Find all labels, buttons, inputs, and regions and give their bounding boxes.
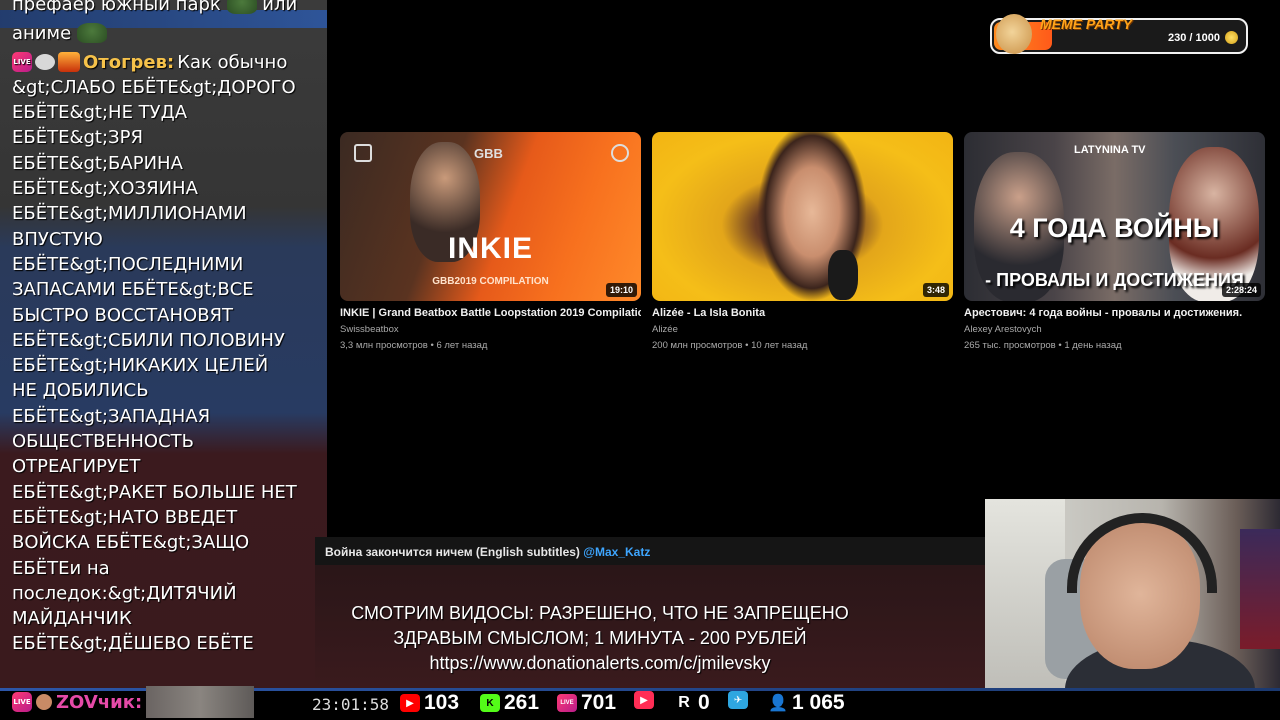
- video-meta: 200 млн просмотров • 10 лет назад: [652, 340, 808, 351]
- chat-line: ЕБЁТЕ&gt;СБИЛИ ПОЛОВИНУ: [12, 329, 285, 351]
- now-playing-strip: Война закончится ничем (English subtitle…: [315, 537, 985, 565]
- now-playing-title: Война закончится ничем (English subtitle…: [325, 545, 651, 559]
- chat-nick: ZOVчик:: [56, 691, 143, 713]
- live-badge-icon: LIVE: [12, 52, 32, 73]
- meme-party-progress: MEME PARTY 230 / 1000: [990, 14, 1248, 54]
- video-channel[interactable]: Alexey Arestovych: [964, 324, 1265, 335]
- telegram-icon: ✈: [728, 691, 748, 709]
- chat-line: МАЙДАНЧИК: [12, 608, 132, 630]
- video-meta: 265 тыс. просмотров • 1 день назад: [964, 340, 1122, 351]
- chat-line: &gt;СЛАБО ЕБЁТЕ&gt;ДОРОГО: [12, 76, 296, 98]
- kick-stat: K 261: [480, 691, 539, 715]
- video-thumbnail[interactable]: 3:48: [652, 132, 953, 301]
- chat-line: ЕБЁТЕ&gt;НАТО ВВЕДЕТ: [12, 506, 238, 528]
- chat-line: последок:&gt;ДИТЯЧИЙ: [12, 582, 237, 604]
- video-channel[interactable]: Swissbeatbox: [340, 324, 641, 335]
- thumb-title: 4 ГОДА ВОЙНЫ: [1009, 213, 1220, 243]
- viewers-stat: 👤 1 065: [768, 691, 845, 714]
- pepe-emoji-icon: [76, 23, 107, 44]
- channel-logo: LATYNINA TV: [1074, 144, 1146, 156]
- vk-live-stat: LIVE 701: [557, 691, 616, 715]
- video-card[interactable]: LATYNINA TV 4 ГОДА ВОЙНЫ - ПРОВАЛЫ И ДОС…: [964, 132, 1265, 351]
- thumb-title: INKIE: [447, 232, 533, 265]
- user-icon: 👤: [768, 695, 788, 712]
- headset-icon: [1067, 513, 1217, 593]
- chat-line: LIVE Отогрев: Как обычно: [12, 50, 312, 75]
- video-title[interactable]: INKIE | Grand Beatbox Battle Loopstation…: [340, 307, 641, 319]
- video-title[interactable]: Alizée - La Isla Bonita: [652, 307, 953, 319]
- video-meta: 3,3 млн просмотров • 6 лет назад: [340, 340, 488, 351]
- chat-line: ЕБЁТЕ&gt;ЗАПАДНАЯ: [12, 405, 211, 427]
- chat-line: аниме: [12, 21, 312, 46]
- cube-logo-icon: [354, 144, 372, 162]
- channel-mention[interactable]: @Max_Katz: [583, 545, 650, 559]
- clock: 23:01:58: [312, 695, 390, 714]
- meme-party-title: MEME PARTY: [1040, 16, 1133, 32]
- chat-line: НЕ ДОБИЛИСЬ: [12, 380, 149, 402]
- vk-play-icon: ▶: [634, 691, 654, 709]
- doge-icon: [996, 14, 1032, 54]
- video-card[interactable]: 3:48 Alizée - La Isla Bonita Alizée 200 …: [652, 132, 953, 351]
- video-duration: 19:10: [605, 283, 637, 297]
- donation-text: СМОТРИМ ВИДОСЫ: РАЗРЕШЕНО, ЧТО НЕ ЗАПРЕЩ…: [315, 601, 885, 676]
- video-channel[interactable]: Alizée: [652, 324, 953, 335]
- chat-messages: префаер южный парк или аниме LIVE Отогре…: [12, 0, 312, 657]
- video-duration: 3:48: [922, 283, 949, 297]
- video-thumbnail[interactable]: GBB INKIE GBB2019 COMPILATION 19:10: [340, 132, 641, 301]
- telegram-stat: ✈: [728, 691, 748, 709]
- chat-line: ЕБЁТЕ&gt;БАРИНА: [12, 152, 183, 174]
- kick-icon: K: [480, 694, 500, 712]
- rutube-icon: R: [678, 694, 690, 711]
- donation-line: СМОТРИМ ВИДОСЫ: РАЗРЕШЕНО, ЧТО НЕ ЗАПРЕЩ…: [351, 603, 849, 623]
- chat-line: ЕБЁТЕ&gt;МИЛЛИОНАМИ: [12, 203, 247, 225]
- cup-badge-icon: [35, 54, 55, 71]
- chat-line: ЕБЁТЕи на: [12, 557, 110, 579]
- stats-bar: LIVE ZOVчик: 23:01:58 ▶ 103 K 261 LIVE 7…: [0, 686, 1280, 720]
- chat-line: ЕБЁТЕ&gt;НИКАКИХ ЦЕЛЕЙ: [12, 355, 269, 377]
- vk-live-icon: LIVE: [557, 694, 577, 712]
- fire-badge-icon: [58, 52, 80, 73]
- blurred-image: [146, 686, 255, 718]
- donation-panel: СМОТРИМ ВИДОСЫ: РАЗРЕШЕНО, ЧТО НЕ ЗАПРЕЩ…: [315, 565, 985, 688]
- youtube-stat: ▶ 103: [400, 691, 459, 715]
- chat-line: ОБЩЕСТВЕННОСТЬ: [12, 431, 195, 453]
- chat-line: ЕБЁТЕ&gt;ПОСЛЕДНИМИ: [12, 253, 244, 275]
- chat-panel: префаер южный парк или аниме LIVE Отогре…: [0, 0, 327, 688]
- chat-line: ВПУСТУЮ: [12, 228, 103, 250]
- tree-emoji-icon: [226, 0, 257, 14]
- chat-line: ЗАПАСАМИ ЕБЁТЕ&gt;ВСЕ: [12, 279, 254, 301]
- cam-flag: [1240, 529, 1280, 649]
- live-badge-icon: LIVE: [12, 692, 32, 712]
- webcam-feed: [985, 499, 1280, 720]
- chat-last-message: LIVE ZOVчик:: [12, 686, 255, 718]
- thumb-subtitle: GBB2019 COMPILATION: [432, 276, 549, 287]
- video-duration: 2:28:24: [1221, 283, 1261, 297]
- thumb-subtitle: - ПРОВАЛЫ И ДОСТИЖЕНИЯ: [985, 270, 1244, 290]
- vk-play-stat: ▶: [634, 691, 654, 709]
- rutube-stat: R 0: [674, 691, 709, 715]
- meme-party-count: 230 / 1000: [1168, 32, 1220, 44]
- donation-line: ЗДРАВЫМ СМЫСЛОМ; 1 МИНУТА - 200 РУБЛЕЙ: [393, 628, 807, 648]
- chat-line: ЕБЁТЕ&gt;РАКЕТ БОЛЬШЕ НЕТ: [12, 481, 297, 503]
- chat-line: ВОЙСКА ЕБЁТЕ&gt;ЗАЩО: [12, 532, 250, 554]
- chat-line: БЫСТРО ВОССТАНОВЯТ: [12, 304, 234, 326]
- donation-link: https://www.donationalerts.com/c/jmilevs…: [429, 653, 771, 673]
- chat-line: ОТРЕАГИРУЕТ: [12, 456, 141, 478]
- chat-line: ЕБЁТЕ&gt;НЕ ТУДА: [12, 102, 188, 124]
- video-card[interactable]: GBB INKIE GBB2019 COMPILATION 19:10 INKI…: [340, 132, 641, 351]
- mute-icon: [611, 144, 629, 162]
- video-title[interactable]: Арестович: 4 года войны - провалы и дост…: [964, 307, 1265, 319]
- related-videos-grid: GBB INKIE GBB2019 COMPILATION 19:10 INKI…: [340, 132, 1265, 351]
- chat-line: ЕБЁТЕ&gt;ЗРЯ: [12, 127, 143, 149]
- chat-line: ЕБЁТЕ&gt;ХОЗЯИНА: [12, 178, 198, 200]
- youtube-icon: ▶: [400, 694, 420, 712]
- video-thumbnail[interactable]: LATYNINA TV 4 ГОДА ВОЙНЫ - ПРОВАЛЫ И ДОС…: [964, 132, 1265, 301]
- thumb-logo: GBB: [474, 146, 503, 161]
- chat-line: ЕБЁТЕ&gt;ДЁШЕВО ЕБЁТЕ: [12, 633, 254, 655]
- microphone-icon: [828, 250, 858, 300]
- avatar-icon: [36, 694, 52, 710]
- chat-nick: Отогрев:: [83, 51, 175, 73]
- chat-line: префаер южный парк или: [12, 0, 312, 17]
- coin-icon: [1225, 31, 1238, 44]
